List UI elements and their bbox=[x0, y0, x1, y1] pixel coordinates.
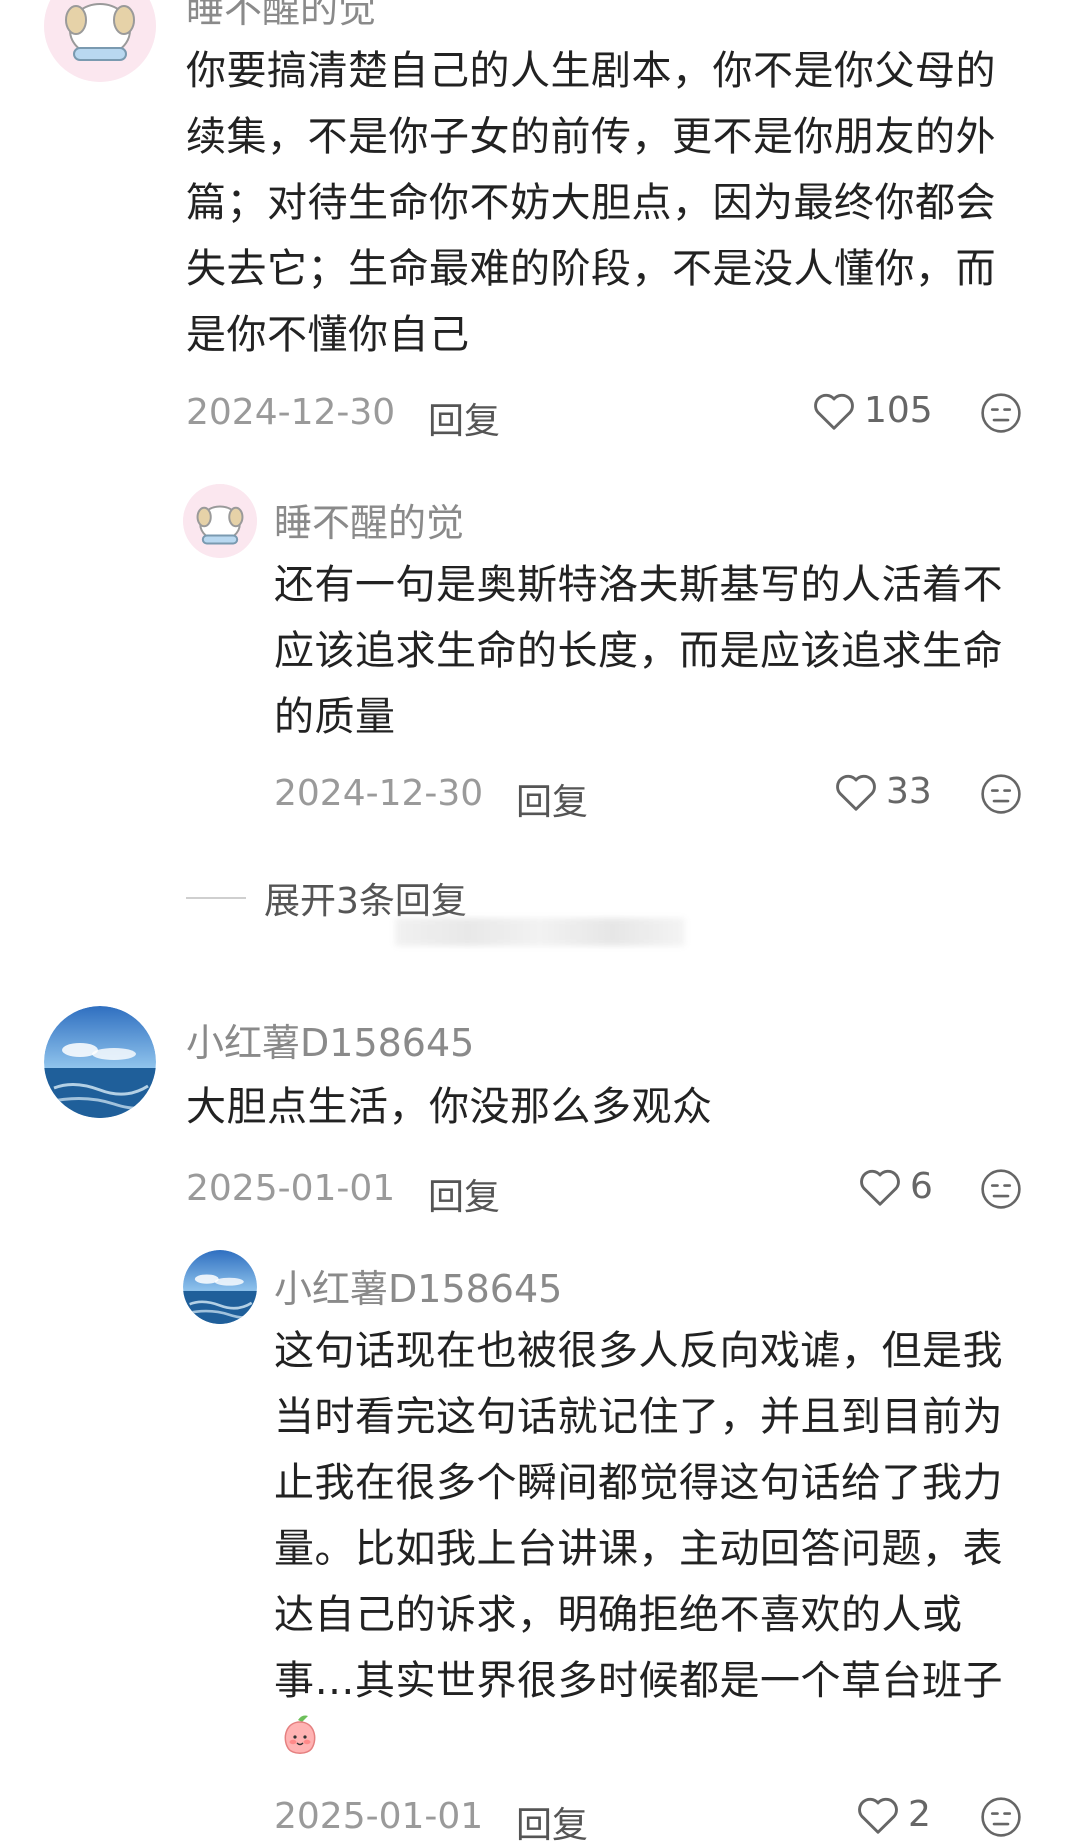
reply-line: 应该追求生命的长度，而是应该追求生命 bbox=[274, 628, 1003, 674]
like-button[interactable]: 6 bbox=[858, 1166, 933, 1207]
dog-avatar-icon bbox=[44, 0, 156, 82]
dislike-button[interactable] bbox=[980, 773, 1022, 819]
comment-date: 2024-12-30 bbox=[186, 392, 396, 433]
reply-date: 2025-01-01 bbox=[274, 1796, 484, 1837]
like-button[interactable]: 105 bbox=[812, 390, 933, 431]
like-count: 2 bbox=[908, 1794, 931, 1835]
meh-face-icon bbox=[981, 1797, 1021, 1837]
like-count: 105 bbox=[864, 390, 933, 431]
watermark bbox=[395, 918, 685, 946]
like-button[interactable]: 33 bbox=[834, 771, 932, 812]
reply-author[interactable]: 小红薯D158645 bbox=[274, 1258, 562, 1313]
reply-line: 这句话现在也被很多人反向戏谑，但是我 bbox=[274, 1328, 1003, 1374]
reply-text: 这句话现在也被很多人反向戏谑，但是我 当时看完这句话就记住了，并且到目前为 止我… bbox=[274, 1318, 1054, 1714]
heart-outline-icon bbox=[814, 393, 854, 430]
expand-replies-button[interactable]: 展开3条回复 bbox=[186, 872, 467, 924]
meh-face-icon bbox=[981, 393, 1021, 433]
reply-line: 事…其实世界很多时候都是一个草台班子 bbox=[274, 1658, 1003, 1704]
expand-replies-label: 展开3条回复 bbox=[264, 881, 467, 922]
comment-author[interactable]: 小红薯D158645 bbox=[186, 1012, 474, 1067]
reply-button[interactable]: 回复 bbox=[428, 1168, 500, 1220]
dog-avatar-icon bbox=[183, 484, 257, 558]
comment-text: 大胆点生活，你没那么多观众 bbox=[186, 1074, 1056, 1140]
avatar[interactable] bbox=[44, 1006, 156, 1118]
comment-line: 你要搞清楚自己的人生剧本，你不是你父母的 bbox=[186, 48, 996, 94]
reply-button[interactable]: 回复 bbox=[516, 1796, 588, 1848]
like-count: 33 bbox=[886, 771, 932, 812]
like-button[interactable]: 2 bbox=[856, 1794, 931, 1835]
peach-emoji-icon bbox=[276, 1712, 324, 1760]
reply-line: 止我在很多个瞬间都觉得这句话给了我力 bbox=[274, 1460, 1003, 1506]
reply-author[interactable]: 睡不醒的觉 bbox=[274, 492, 464, 547]
dislike-button[interactable] bbox=[980, 1796, 1022, 1842]
reply-line: 量。比如我上台讲课，主动回答问题，表 bbox=[274, 1526, 1003, 1572]
comment-date: 2025-01-01 bbox=[186, 1168, 396, 1209]
comment-line: 是你不懂你自己 bbox=[186, 312, 470, 358]
ocean-avatar-icon bbox=[183, 1250, 257, 1324]
dislike-button[interactable] bbox=[980, 1168, 1022, 1214]
comment-text: 你要搞清楚自己的人生剧本，你不是你父母的 续集，不是你子女的前传，更不是你朋友的… bbox=[186, 38, 1056, 368]
heart-outline-icon bbox=[836, 774, 876, 811]
avatar[interactable] bbox=[44, 0, 156, 82]
reply-line: 的质量 bbox=[274, 694, 396, 740]
avatar[interactable] bbox=[183, 1250, 257, 1324]
meh-face-icon bbox=[981, 774, 1021, 814]
reply-date: 2024-12-30 bbox=[274, 773, 484, 814]
comment-line: 失去它；生命最难的阶段，不是没人懂你，而 bbox=[186, 246, 996, 292]
meh-face-icon bbox=[981, 1169, 1021, 1209]
comment-line: 续集，不是你子女的前传，更不是你朋友的外 bbox=[186, 114, 996, 160]
heart-outline-icon bbox=[860, 1169, 900, 1206]
reply-line: 达自己的诉求，明确拒绝不喜欢的人或 bbox=[274, 1592, 963, 1638]
like-count: 6 bbox=[910, 1166, 933, 1207]
reply-line: 当时看完这句话就记住了，并且到目前为 bbox=[274, 1394, 1003, 1440]
comment-line: 篇；对待生命你不妨大胆点，因为最终你都会 bbox=[186, 180, 996, 226]
expand-divider bbox=[186, 897, 246, 899]
reply-text: 还有一句是奥斯特洛夫斯基写的人活着不 应该追求生命的长度，而是应该追求生命 的质… bbox=[274, 552, 1054, 750]
ocean-avatar-icon bbox=[44, 1006, 156, 1118]
dislike-button[interactable] bbox=[980, 392, 1022, 438]
comment-author[interactable]: 睡不醒的觉 bbox=[186, 0, 376, 33]
avatar[interactable] bbox=[183, 484, 257, 558]
reply-button[interactable]: 回复 bbox=[516, 773, 588, 825]
reply-button[interactable]: 回复 bbox=[428, 392, 500, 444]
comment-line: 大胆点生活，你没那么多观众 bbox=[186, 1084, 713, 1130]
reply-line: 还有一句是奥斯特洛夫斯基写的人活着不 bbox=[274, 562, 1003, 608]
heart-outline-icon bbox=[858, 1797, 898, 1834]
